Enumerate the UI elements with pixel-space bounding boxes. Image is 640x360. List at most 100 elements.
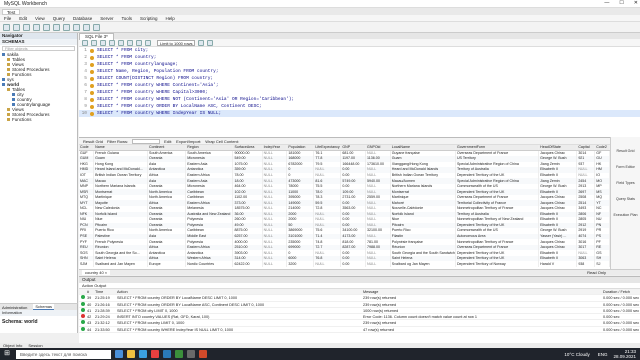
reconnect-icon[interactable]: [93, 23, 100, 31]
output-row[interactable]: 44 21:33:50 SELECT * FROM country WHERE In…: [79, 326, 640, 334]
code-line: SELECT * FROM city;: [97, 48, 149, 53]
query-stats-side-button[interactable]: Query Stats: [611, 197, 640, 201]
tab-schemas[interactable]: Schemas: [33, 304, 55, 310]
create-function-icon[interactable]: [73, 23, 80, 31]
execute-current-icon[interactable]: [109, 39, 115, 46]
table-cell[interactable]: NULL: [365, 261, 391, 268]
powerpoint-icon[interactable]: [199, 350, 207, 358]
search-table-icon[interactable]: [83, 23, 90, 31]
table-cell[interactable]: 0.00: [340, 261, 367, 268]
filter-rows-input[interactable]: [132, 138, 161, 144]
table-cell[interactable]: SJM: [79, 261, 95, 268]
file-explorer-icon[interactable]: [127, 350, 135, 358]
maximize-button[interactable]: ☐: [619, 0, 623, 6]
export-import-label[interactable]: Export/Import:: [176, 139, 201, 144]
opera-icon[interactable]: [151, 350, 159, 358]
task-view-icon[interactable]: [115, 350, 123, 358]
stop-icon[interactable]: [127, 39, 133, 46]
execute-icon[interactable]: [100, 39, 106, 46]
table-cell[interactable]: NULL: [262, 261, 288, 268]
code-area[interactable]: 1 SELECT * FROM city; 2 SELECT * FROM coun…: [79, 47, 640, 117]
clock[interactable]: 21:33 28.09.2021: [613, 349, 636, 359]
word-icon[interactable]: [163, 350, 171, 358]
form-editor-side-button[interactable]: Form Editor: [611, 165, 640, 169]
table-cell[interactable]: 62422.00: [232, 261, 263, 268]
connection-tabs: Test: [0, 8, 640, 15]
statement-marker-icon: [90, 104, 94, 109]
tab-administration[interactable]: Administration: [0, 305, 29, 310]
table-cell[interactable]: Nordic Countries: [185, 261, 234, 268]
limit-rows-select[interactable]: Limit to 1000 rows: [157, 39, 196, 46]
schema-tree: sakila Tables Views Stored Procedures Fu…: [0, 52, 77, 122]
table-cell[interactable]: Australia and New Zealand: [185, 211, 234, 218]
field-types-side-button[interactable]: Field Types: [611, 181, 640, 185]
create-table-icon[interactable]: [43, 23, 50, 31]
windows-start-icon[interactable]: ⊞: [2, 349, 12, 359]
schemas-header: SCHEMAS: [0, 39, 77, 45]
save-icon[interactable]: [91, 39, 97, 46]
close-button[interactable]: ✕: [634, 0, 638, 6]
menu-help[interactable]: Help: [166, 16, 175, 21]
table-cell[interactable]: Dependent Territory of Norway: [455, 261, 540, 268]
table-cell[interactable]: Svalbard og Jan Mayen: [390, 261, 456, 268]
find-icon[interactable]: [207, 39, 214, 46]
table-cell[interactable]: British Indian Ocean Territory: [93, 172, 149, 179]
windows-taskbar: ⊞ Введите здесь текст для поиска 10°C Cl…: [0, 348, 640, 360]
result-grid-side-button[interactable]: Result Grid: [611, 149, 640, 153]
menu-server[interactable]: Server: [100, 16, 113, 21]
language-indicator[interactable]: ENG: [598, 352, 608, 357]
filter-objects-input[interactable]: Filter objects: [2, 46, 75, 51]
explain-icon[interactable]: [118, 39, 124, 46]
rollback-icon[interactable]: [145, 39, 151, 46]
table-cell[interactable]: 3200: [286, 261, 315, 268]
weather-widget[interactable]: 10°C Cloudy: [564, 352, 589, 357]
menu-file[interactable]: File: [4, 16, 11, 21]
table-cell[interactable]: South Georgia and the South Sandwich Isl…: [390, 250, 456, 256]
title-bar: MySQL Workbench — ☐ ✕: [0, 0, 640, 8]
create-procedure-icon[interactable]: [63, 23, 70, 31]
result-tab[interactable]: country 40 ×: [82, 270, 111, 275]
table-cell[interactable]: South Georgia and the So...: [93, 250, 149, 256]
inspector-icon[interactable]: [23, 23, 30, 31]
new-sql-tab-icon[interactable]: [3, 23, 10, 31]
beautify-icon[interactable]: [198, 39, 205, 46]
menu-view[interactable]: View: [35, 16, 45, 21]
create-schema-icon[interactable]: [33, 23, 40, 31]
table-cell[interactable]: Europe: [147, 261, 187, 268]
execution-plan-side-button[interactable]: Execution Plan: [611, 213, 640, 217]
folder-icon: [7, 58, 10, 62]
menu-tools[interactable]: Tools: [122, 16, 133, 21]
open-file-icon[interactable]: [82, 39, 88, 46]
edge-icon[interactable]: [139, 350, 147, 358]
table-cell[interactable]: Heard Island and McDonald...: [93, 167, 149, 173]
wrap-cell-label[interactable]: Wrap Cell Content:: [205, 139, 239, 144]
table-cell[interactable]: SJ: [594, 261, 610, 268]
menu-query[interactable]: Query: [53, 16, 65, 21]
code-line: SELECT * FROM country ORDER BY LocalName…: [97, 104, 262, 109]
table-cell[interactable]: Svalbard and Jan Mayen: [93, 261, 149, 268]
table-cell[interactable]: Harald V: [538, 261, 578, 268]
folder-icon: [7, 63, 10, 67]
statement-marker-icon: [90, 48, 94, 53]
table-row[interactable]: SJM Svalbard and Jan Mayen Europe Nordic Co…: [79, 261, 610, 268]
statement-marker-icon: [90, 69, 94, 74]
table-cell[interactable]: NULL: [313, 261, 342, 268]
mysql-workbench-icon[interactable]: [187, 350, 195, 358]
create-view-icon[interactable]: [53, 23, 60, 31]
menu-database[interactable]: Database: [73, 16, 92, 21]
success-icon: [81, 295, 85, 300]
menu-edit[interactable]: Edit: [19, 16, 27, 21]
commit-icon[interactable]: [136, 39, 142, 46]
tree-item-functions[interactable]: Functions: [0, 117, 77, 122]
excel-icon[interactable]: [175, 350, 183, 358]
menu-scripting[interactable]: Scripting: [140, 16, 158, 21]
table-cell[interactable]: 938: [576, 261, 596, 268]
folder-icon: [7, 118, 10, 122]
filter-rows-label: Filter Rows:: [107, 138, 129, 144]
open-sql-icon[interactable]: [13, 23, 20, 31]
minimize-button[interactable]: —: [604, 0, 609, 6]
connection-tab[interactable]: Test: [2, 8, 21, 15]
tab-sql-file[interactable]: SQL File 3*: [79, 32, 114, 40]
column-header[interactable]: LifeExpectancy: [313, 145, 342, 152]
taskbar-search-input[interactable]: Введите здесь текст для поиска: [16, 349, 111, 359]
